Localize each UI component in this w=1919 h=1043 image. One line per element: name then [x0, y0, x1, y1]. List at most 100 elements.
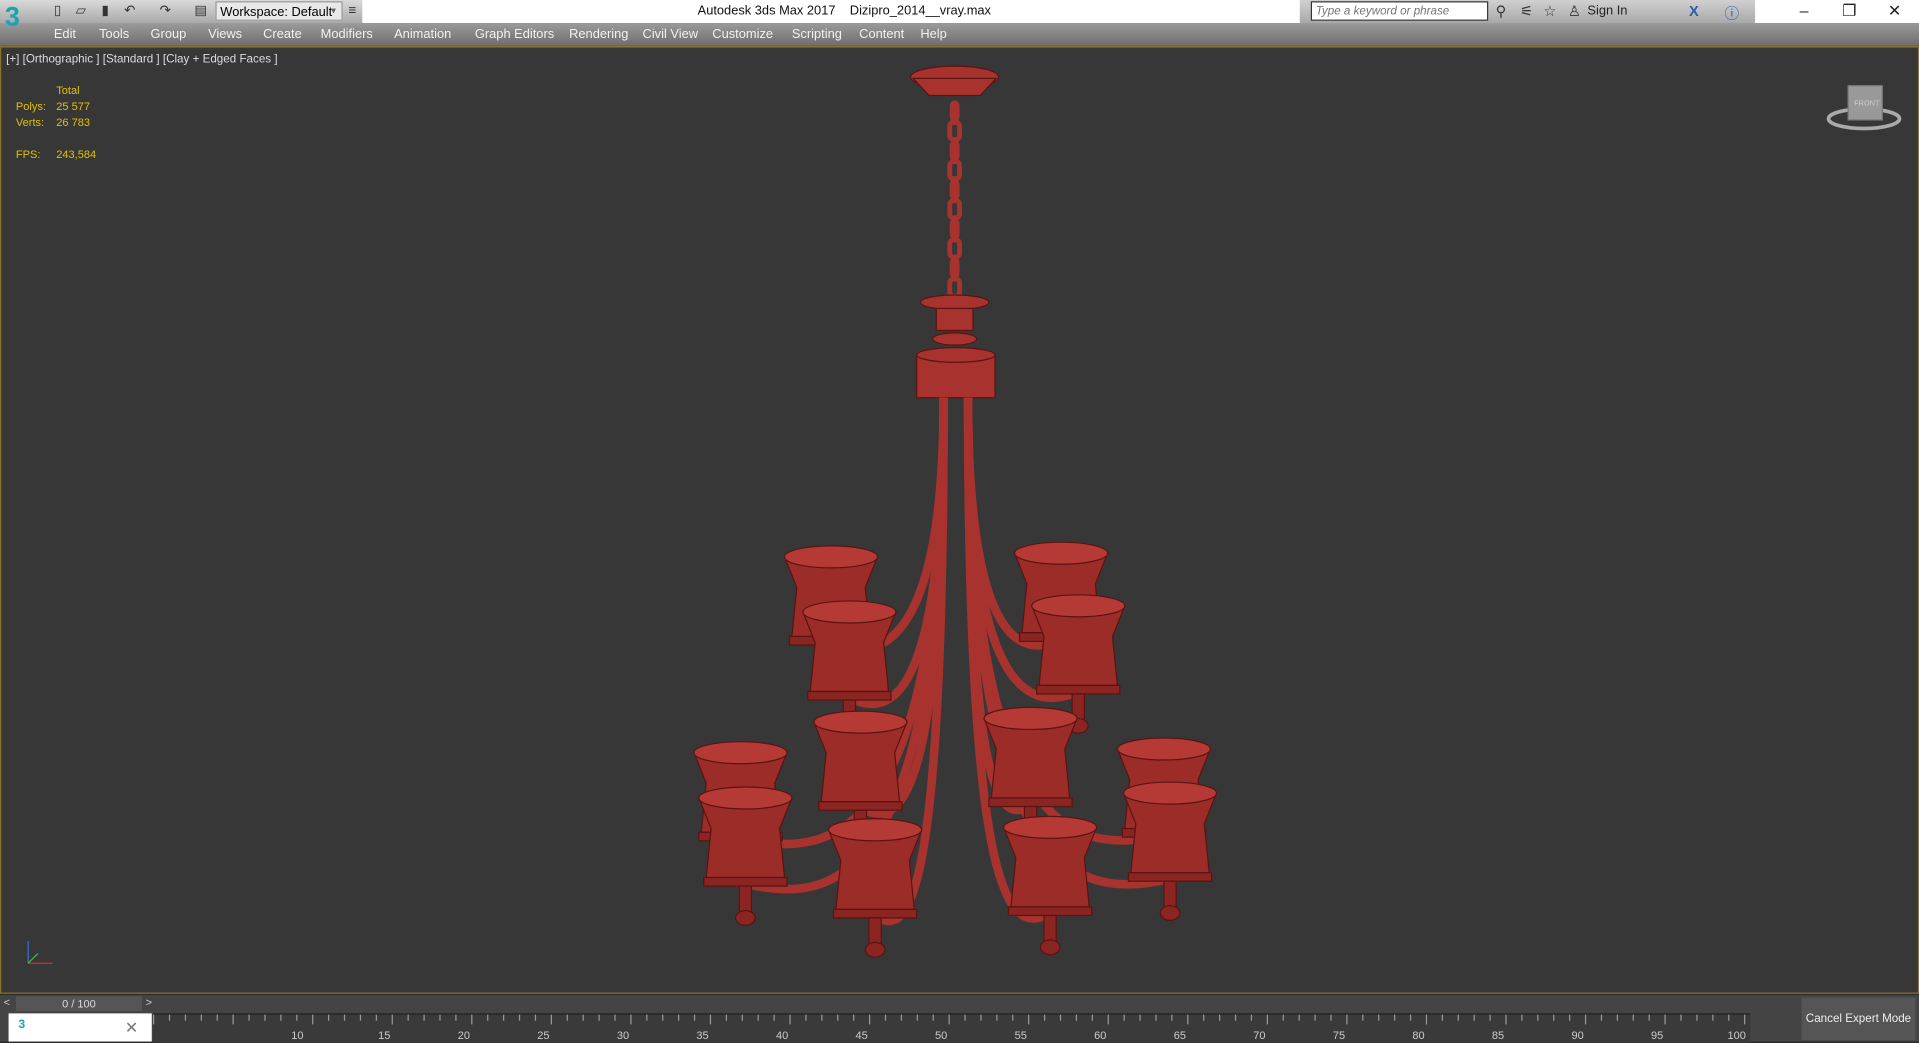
timeline-tick — [996, 1014, 998, 1021]
chain-link — [949, 100, 960, 123]
timeline-label: 25 — [537, 1029, 550, 1042]
timeline-tick — [1219, 1014, 1221, 1021]
timeline-tick — [1648, 1014, 1650, 1021]
candle-cup — [827, 818, 923, 958]
timeline-label: 90 — [1571, 1029, 1584, 1042]
next-frame-button[interactable]: > — [146, 996, 152, 1008]
candle-cup — [1122, 781, 1218, 921]
timeline-tick — [1521, 1014, 1523, 1021]
timeline-tick — [280, 1014, 282, 1021]
timeline-tick — [328, 1014, 330, 1021]
timeline-tick — [1425, 1014, 1428, 1025]
timeline-tick — [1728, 1014, 1730, 1021]
timeline-tick — [1298, 1014, 1300, 1021]
candle-cup — [697, 786, 793, 926]
timeline-tick — [1330, 1014, 1332, 1021]
timeline-tick — [1234, 1014, 1237, 1021]
time-slider[interactable]: 0 / 100 — [15, 996, 142, 1011]
timeline-tick — [1075, 1014, 1078, 1021]
timeline-tick — [693, 1014, 696, 1021]
chain-link — [947, 276, 962, 299]
timeline-tick — [582, 1014, 584, 1021]
timeline-tick — [980, 1014, 982, 1021]
timeline-tick — [1569, 1014, 1571, 1021]
timeline-tick — [566, 1014, 568, 1021]
timeline-tick — [1457, 1014, 1459, 1021]
taskbar-thumbnail[interactable]: 3 ✕ — [8, 1013, 152, 1042]
timeline-tick — [1616, 1014, 1618, 1021]
timeline-label: 85 — [1491, 1029, 1505, 1042]
timeline-tick — [1584, 1014, 1587, 1025]
timeline-tick — [1712, 1014, 1714, 1021]
chain-link — [949, 139, 960, 162]
timeline-tick — [359, 1014, 362, 1021]
chandelier-model[interactable] — [1, 0, 1918, 993]
timeline-tick — [948, 1014, 950, 1025]
timeline-tick — [1378, 1014, 1380, 1021]
timeline-label: 75 — [1332, 1029, 1346, 1042]
timeline-tick — [471, 1014, 473, 1025]
timeline-tick — [1680, 1014, 1682, 1021]
timeline-tick — [884, 1014, 887, 1021]
timeline-tick — [1203, 1014, 1205, 1021]
timeline-tick — [1394, 1014, 1396, 1021]
timeline-label: 45 — [855, 1029, 868, 1042]
timeline-tick — [964, 1014, 966, 1021]
timeline-tick — [1505, 1014, 1507, 1025]
timeline-tick — [200, 1014, 202, 1021]
timeline-tick — [1266, 1014, 1268, 1025]
cancel-expert-mode-button[interactable]: Cancel Expert Mode — [1801, 997, 1916, 1041]
track-bar[interactable]: 10 15 20 25 30 35 40 45 50 55 60 65 70 75 80 85 90 95 100 — [152, 1013, 1751, 1043]
timeline-label: 95 — [1651, 1029, 1664, 1042]
timeline-tick — [1012, 1014, 1014, 1021]
timeline-tick — [232, 1014, 234, 1025]
viewport-orthographic[interactable]: [+] [Orthographic ] [Standard ] [Clay + … — [0, 47, 1919, 994]
timeline-tick — [1139, 1014, 1141, 1021]
timeline-tick — [1028, 1014, 1030, 1025]
timeline-tick — [375, 1014, 377, 1021]
timeline-tick — [932, 1014, 934, 1021]
timeline-tick — [868, 1014, 871, 1025]
timeline-tick — [1696, 1014, 1698, 1021]
timeline-tick — [248, 1014, 250, 1021]
timeline-tick — [518, 1014, 521, 1021]
timeline-tick — [1091, 1014, 1093, 1021]
timeline-tick — [725, 1014, 727, 1021]
timeline-tick — [662, 1014, 664, 1021]
timeline-tick — [630, 1014, 632, 1025]
timeline-tick — [821, 1014, 823, 1021]
timeline-label: 100 — [1727, 1029, 1746, 1042]
app-logo[interactable]: 3 — [5, 1, 37, 43]
timeline-tick — [1187, 1014, 1189, 1025]
timeline-label: 20 — [457, 1029, 470, 1042]
timeline-tick — [1282, 1014, 1284, 1021]
timeline-tick — [168, 1014, 171, 1021]
timeline-tick — [1107, 1014, 1109, 1025]
timeline-tick — [184, 1014, 187, 1021]
timeline-tick — [805, 1014, 807, 1021]
timeline-tick — [1155, 1014, 1157, 1021]
timeline-tick — [216, 1014, 218, 1021]
timeline-tick — [1314, 1014, 1316, 1021]
timeline-tick — [773, 1014, 775, 1021]
timeline-tick — [1441, 1014, 1443, 1021]
prev-frame-button[interactable]: < — [4, 996, 10, 1008]
timeline-tick — [1553, 1014, 1555, 1021]
timeline-tick — [455, 1014, 457, 1021]
timeline-tick — [1123, 1014, 1125, 1021]
chain-link — [947, 198, 962, 221]
timeline-label: 10 — [291, 1029, 304, 1042]
timeline-tick — [1346, 1014, 1348, 1025]
timeline-tick — [343, 1014, 346, 1021]
timeline-tick — [614, 1014, 616, 1021]
timeline-tick — [534, 1014, 537, 1021]
chain-link — [947, 159, 962, 182]
timeline-tick — [916, 1014, 918, 1021]
timeline-tick — [264, 1014, 266, 1021]
timeline-tick — [1059, 1014, 1062, 1021]
timeline-tick — [1362, 1014, 1364, 1021]
chain-link — [949, 257, 960, 280]
thumb-close-icon[interactable]: ✕ — [125, 1018, 138, 1038]
timeline-tick — [741, 1014, 743, 1021]
chain-link — [949, 178, 960, 201]
